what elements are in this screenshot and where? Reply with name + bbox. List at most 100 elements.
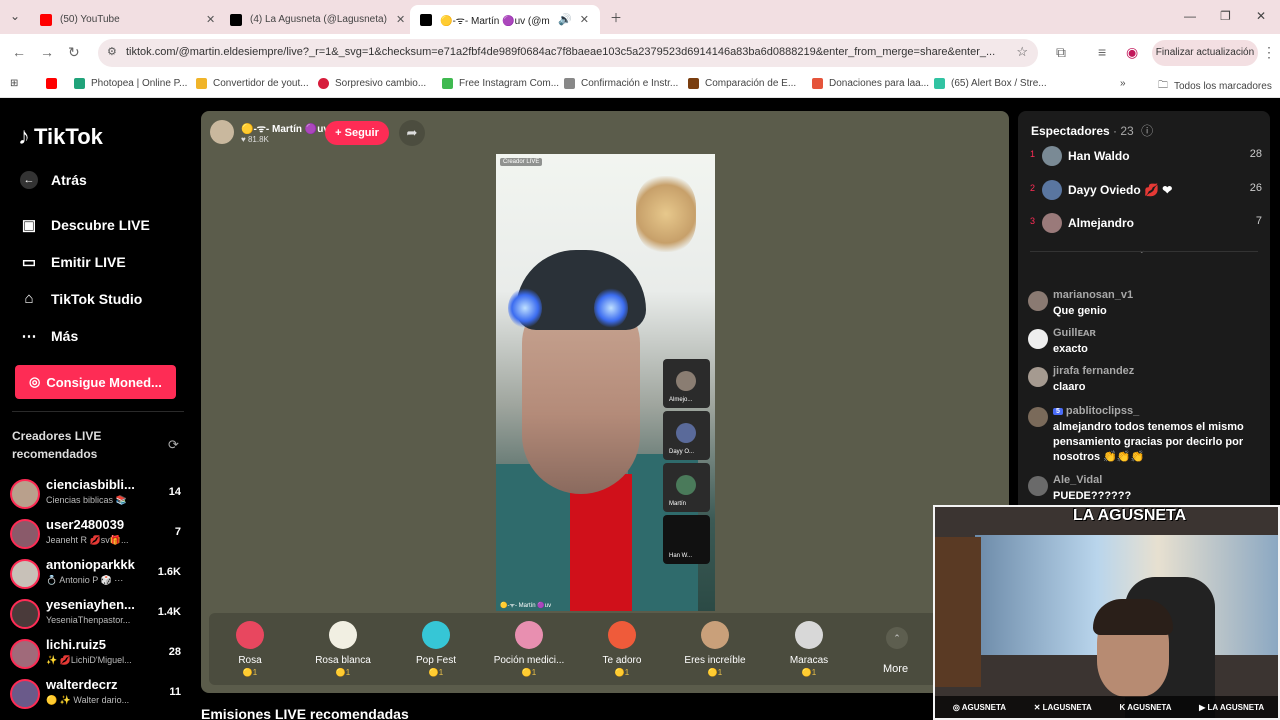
chat-username[interactable]: jirafa fernandez [1053, 365, 1134, 377]
host-avatar[interactable] [210, 120, 234, 144]
minimize-icon[interactable]: — [1184, 9, 1196, 23]
gift-te-adoro[interactable]: Te adoro 🟡1 [578, 621, 666, 677]
close-tab-icon[interactable]: ✕ [580, 13, 589, 26]
bookmark-star-icon[interactable]: ☆ [1016, 44, 1028, 60]
chat-username-row[interactable]: 5 pablitoclipss_ [1053, 405, 1139, 417]
viewer-count: 11 [169, 686, 181, 698]
host-name[interactable]: 🟡-ᯤ- Martín 🟣uv [241, 121, 329, 135]
bookmark-label: Todos los marcadores [1174, 81, 1272, 92]
close-tab-icon[interactable]: ✕ [206, 13, 215, 26]
gift-eres-increible[interactable]: Eres increíble 🟡1 [671, 621, 759, 677]
profile-icon[interactable]: ◉ [1126, 44, 1138, 61]
viewers-count: · 23 [1113, 124, 1134, 138]
close-tab-icon[interactable]: ✕ [396, 13, 405, 26]
bookmark-label: Convertidor de yout... [213, 78, 309, 89]
media-control-icon[interactable]: ≡ [1098, 44, 1106, 60]
sidebar-item-discover-live[interactable]: ▣ Descubre LIVE [20, 216, 150, 234]
viewer-score: 28 [1249, 148, 1262, 160]
avatar [1042, 146, 1062, 166]
live-video[interactable]: Creador LIVE 🟡-ᯤ- Martín 🟣uv Almejo... D… [496, 154, 715, 611]
creator-item[interactable]: antonioparkkk 💍 Antonio P 🎲 ⋯ 1.6K [10, 556, 185, 592]
help-icon[interactable]: ⓘ [1141, 124, 1153, 138]
bookmark-item[interactable]: Comparación de E... [688, 78, 796, 89]
sidebar-item-more[interactable]: ⋯ Más [20, 327, 79, 345]
sidebar-item-studio[interactable]: ⌂ TikTok Studio [20, 290, 142, 307]
chat-username[interactable]: Ale_Vidal [1053, 474, 1102, 486]
guest-tile[interactable]: Almejo... [663, 359, 710, 408]
sidebar-item-go-live[interactable]: ▭ Emitir LIVE [20, 253, 126, 271]
menu-dots-icon[interactable]: ⋮ [1262, 44, 1276, 61]
tab-x[interactable]: (4) La Agusneta (@Lagusneta) / ✕ [220, 5, 415, 34]
refresh-icon[interactable]: ⟳ [168, 437, 179, 453]
bookmark-item[interactable]: Free Instagram Com... [442, 78, 559, 89]
avatar[interactable] [1028, 329, 1048, 349]
coins-label: Consigue Moned... [46, 374, 162, 390]
creator-name: lichi.ruiz5 [46, 637, 106, 652]
viewer-rank: 1 [1030, 149, 1036, 159]
back-arrow-icon[interactable]: ← [12, 44, 26, 60]
bookmark-item[interactable]: Donaciones para laa... [812, 78, 929, 89]
chat-username[interactable]: marianosan_v1 [1053, 289, 1133, 301]
avatar[interactable] [1028, 367, 1048, 387]
site-info-icon[interactable]: ⚙ [107, 45, 117, 58]
creator-item[interactable]: lichi.ruiz5 ✨ 💋LichiD'Miguel... 28 [10, 636, 185, 672]
tab-search-icon[interactable]: ⌄ [10, 9, 20, 23]
gift-potion[interactable]: Poción medici... 🟡1 [485, 621, 573, 677]
more-bookmarks-icon[interactable]: » [1120, 78, 1126, 89]
creator-item[interactable]: user2480039 Jeaneht R 💋sv🎁... 7 [10, 516, 185, 552]
maximize-icon[interactable]: ❐ [1220, 9, 1231, 23]
bookmark-item[interactable]: (65) Alert Box / Stre... [934, 78, 1047, 89]
tab-tiktok[interactable]: 🟡-ᯤ- Martín 🟣uv (@mar 🔊 ✕ [410, 5, 600, 34]
creator-item[interactable]: yeseniayhen... YeseniaThenpastor... 1.4K [10, 596, 185, 632]
creator-item[interactable]: walterdecrz 🟡 ✨ Walter dario... 11 [10, 676, 185, 712]
extensions-icon[interactable]: ⧉ [1056, 44, 1066, 61]
creator-item[interactable]: cienciasbibli... Ciencias biblicas 📚 14 [10, 476, 185, 512]
back-link[interactable]: ← Atrás [20, 171, 87, 189]
speaker-icon[interactable]: 🔊 [558, 13, 572, 26]
update-button[interactable]: Finalizar actualización [1152, 40, 1258, 66]
gift-maracas[interactable]: Maracas 🟡1 [765, 621, 853, 677]
guest-tile[interactable]: Martín [663, 463, 710, 512]
guest-tile[interactable]: Dayy O... [663, 411, 710, 460]
bookmark-item[interactable]: Photopea | Online P... [74, 78, 187, 89]
bookmark-youtube[interactable] [46, 78, 63, 89]
tiktok-icon [420, 13, 432, 26]
gift-pop-fest[interactable]: Pop Fest 🟡1 [392, 621, 480, 677]
avatar[interactable] [1028, 291, 1048, 311]
chat-username[interactable]: Guillᴇᴀʀ [1053, 327, 1096, 339]
back-label: Atrás [51, 172, 87, 188]
apps-grid-icon[interactable]: ⊞ [10, 78, 18, 89]
more-gifts-button[interactable]: More [883, 663, 908, 675]
tab-youtube[interactable]: (50) YouTube ✕ [30, 5, 225, 34]
viewer-name: Dayy Oviedo 💋 ❤ [1068, 183, 1173, 197]
sidebar-item-label: TikTok Studio [51, 290, 143, 307]
chat-text: claaro [1053, 381, 1086, 393]
viewer-row[interactable]: 2 Dayy Oviedo 💋 ❤ 26 [1030, 178, 1262, 202]
bookmark-item[interactable]: Confirmación e Instr... [564, 78, 678, 89]
gift-name: Te adoro [602, 655, 642, 666]
bookmark-item[interactable]: Sorpresivo cambio... [318, 78, 426, 89]
gift-price: 🟡1 [335, 668, 351, 677]
viewer-row[interactable]: 3 Almejandro 7 [1030, 211, 1262, 235]
avatar[interactable] [1028, 407, 1048, 427]
follow-button[interactable]: + Seguir [325, 121, 389, 145]
share-icon[interactable]: ➦ [399, 120, 425, 146]
viewer-row[interactable]: 1 Han Waldo 28 [1030, 144, 1262, 168]
guest-tile[interactable]: Han W... [663, 515, 710, 564]
all-bookmarks[interactable]: 🗀 Todos los marcadores [1158, 78, 1272, 95]
forward-arrow-icon[interactable]: → [40, 44, 54, 60]
get-coins-button[interactable]: ◎ Consigue Moned... [15, 365, 176, 399]
instagram-tool-icon [442, 78, 453, 89]
close-window-icon[interactable]: ✕ [1256, 9, 1266, 23]
gift-name: Eres increíble [684, 655, 746, 666]
tiktok-logo[interactable]: ♪ TikTok [18, 123, 103, 151]
bookmark-item[interactable]: Convertidor de yout... [196, 78, 309, 89]
gift-rose[interactable]: Rosa 🟡1 [206, 621, 294, 677]
gift-white-rose[interactable]: Rosa blanca 🟡1 [299, 621, 387, 677]
chevron-up-icon[interactable]: ⌃ [886, 627, 908, 649]
reload-icon[interactable]: ↻ [68, 44, 80, 61]
avatar[interactable] [1028, 476, 1048, 496]
new-tab-icon[interactable]: ＋ [610, 9, 622, 26]
browser-tab-strip: ⌄ (50) YouTube ✕ (4) La Agusneta (@Lagus… [0, 0, 1280, 34]
url-field[interactable]: ⚙ tiktok.com/@martin.eldesiempre/live?_r… [98, 39, 1038, 67]
